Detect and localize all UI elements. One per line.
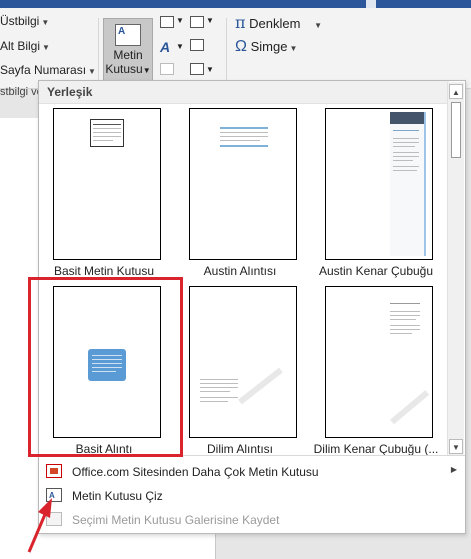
ustbilgi-label: Üstbilgi [0,14,40,28]
tile-caption: Dilim Kenar Çubuğu (... [313,442,439,456]
tile-austin-alintisi[interactable]: Austin Alıntısı [175,108,305,278]
tile-caption: Austin Kenar Çubuğu [318,264,434,278]
tile-caption: Austin Alıntısı [203,264,277,278]
save-selection-icon [46,512,62,526]
tile-caption: Dilim Alıntısı [206,442,273,456]
tile-preview [53,108,161,260]
text-box-icon [115,24,141,46]
simge-button[interactable]: Ω Simge ▼ [235,38,297,56]
tile-preview [325,108,433,260]
signature-line-icon[interactable] [190,16,204,28]
submenu-arrow-icon: ▶ [450,465,457,474]
selection-highlight [28,277,183,457]
metin-kutusu-button[interactable]: Metin Kutusu▼ [103,18,153,86]
object-icon[interactable] [190,63,204,75]
tile-dilim-alintisi[interactable]: Dilim Alıntısı [175,286,305,456]
pi-icon: π [235,13,246,32]
metin-kutusu-label-1: Metin [113,48,143,62]
more-textboxes-command[interactable]: Office.com Sitesinden Daha Çok Metin Kut… [39,460,465,484]
preview-slice [238,367,283,405]
gallery-section-header: Yerleşik [39,81,449,104]
caret-down-icon: ▼ [41,18,50,27]
command-label: Seçimi Metin Kutusu Galerisine Kaydet [72,513,280,527]
sayfa-numarasi-label: Sayfa Numarası [0,63,87,77]
altbilgi-button[interactable]: Alt Bilgi ▼ [0,39,50,53]
preview-textbox [90,119,124,147]
draw-textbox-command[interactable]: A Metin Kutusu Çiz [39,484,465,508]
preview-slice [390,390,430,425]
command-label: Metin Kutusu Çiz [72,489,163,503]
caret-down-icon: ▼ [88,67,96,76]
tile-dilim-kenar-cubugu[interactable]: Dilim Kenar Çubuğu (... [311,286,441,456]
altbilgi-label: Alt Bilgi [0,39,41,53]
ribbon-separator [226,18,227,86]
denklem-button[interactable]: π Denklem ▼ [235,13,322,32]
title-bar [0,0,471,8]
tile-basit-metin-kutusu[interactable]: Basit Metin Kutusu [39,108,169,278]
scroll-down-icon[interactable]: ▼ [449,439,463,454]
group-label: stbilgi ve [0,86,43,98]
scroll-up-icon[interactable]: ▲ [449,84,463,99]
caret-down-icon: ▼ [206,65,214,74]
date-time-icon[interactable] [190,39,204,51]
tile-preview [189,108,297,260]
tile-preview [325,286,433,438]
tile-preview [189,286,297,438]
ribbon-separator [98,18,99,86]
quick-parts-icon[interactable] [160,16,174,28]
preview-sidebar [390,112,426,256]
scroll-thumb[interactable] [451,102,461,158]
user-area[interactable] [398,0,458,8]
simge-label: Simge [250,39,288,54]
caret-down-icon: ▼ [176,16,184,25]
denklem-label: Denklem [249,16,301,31]
caret-down-icon: ▼ [176,42,184,51]
caret-down-icon: ▼ [314,21,322,30]
caret-down-icon: ▼ [206,16,214,25]
save-selection-command: Seçimi Metin Kutusu Galerisine Kaydet [39,508,465,532]
wordart-icon[interactable]: A [160,39,170,55]
tile-austin-kenar-cubugu[interactable]: Austin Kenar Çubuğu [311,108,441,278]
tile-caption: Basit Metin Kutusu [53,264,155,278]
ribbon-options-icon[interactable] [366,0,376,8]
caret-down-icon: ▼ [289,44,298,53]
sayfa-numarasi-button[interactable]: Sayfa Numarası ▼ [0,63,96,77]
command-label: Office.com Sitesinden Daha Çok Metin Kut… [72,465,319,479]
draw-textbox-icon: A [46,488,62,502]
omega-icon: Ω [235,38,247,55]
section-title: Yerleşik [47,85,93,99]
metin-kutusu-label-2: Kutusu▼ [105,62,151,76]
ustbilgi-button[interactable]: Üstbilgi ▼ [0,14,49,28]
ribbon: Üstbilgi ▼ Alt Bilgi ▼ Sayfa Numarası ▼ stb… [0,8,471,98]
caret-down-icon: ▼ [42,43,50,52]
drop-cap-icon [160,63,174,75]
office-icon [46,464,62,478]
